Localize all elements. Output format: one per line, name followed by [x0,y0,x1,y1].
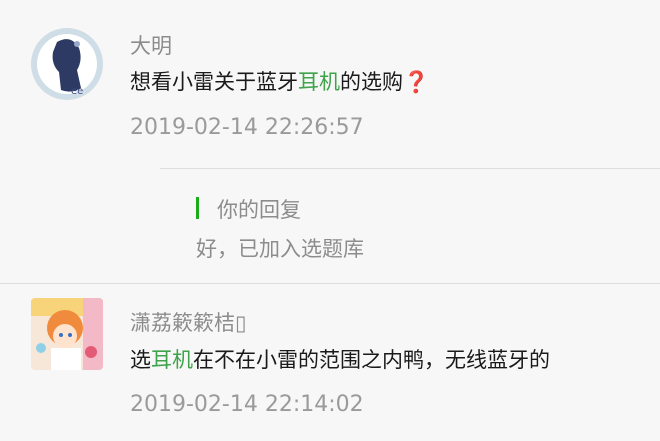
comment-nickname: 大明 [130,34,172,58]
comment-item: 潇荔簌簌桔▯ 选耳机在不在小雷的范围之内鸭，无线蓝牙的 2019-02-14 2… [0,285,660,441]
content-text: 选 [130,348,151,372]
highlight-keyword: 耳机 [151,348,193,372]
avatar[interactable]: ee [31,28,103,100]
comment-item: ee 大明 想看小雷关于蓝牙耳机的选购❓ 2019-02-14 22:26:57… [0,0,660,285]
content-text: 想看小雷关于蓝牙 [130,70,298,94]
comment-content: 想看小雷关于蓝牙耳机的选购❓ [130,66,429,96]
content-text: 在不在小雷的范围之内鸭，无线蓝牙的 [193,348,550,372]
reply-title: 你的回复 [217,198,301,222]
highlight-keyword: 耳机 [298,70,340,94]
comment-timestamp: 2019-02-14 22:14:02 [130,392,364,417]
reply-accent-bar [196,197,199,219]
avatar[interactable] [31,298,103,370]
comment-nickname: 潇荔簌簌桔▯ [130,311,247,335]
reply-text: 好，已加入选题库 [196,237,364,261]
content-text: 的选购 [340,70,403,94]
comment-content: 选耳机在不在小雷的范围之内鸭，无线蓝牙的 [130,344,550,374]
silhouette-avatar-icon: ee [31,28,103,100]
comment-divider [0,283,660,284]
svg-text:ee: ee [71,86,83,97]
question-mark-icon: ❓ [403,70,430,94]
comment-timestamp: 2019-02-14 22:26:57 [130,115,364,140]
reply-divider [160,168,660,169]
anime-character-avatar-icon [31,298,103,370]
